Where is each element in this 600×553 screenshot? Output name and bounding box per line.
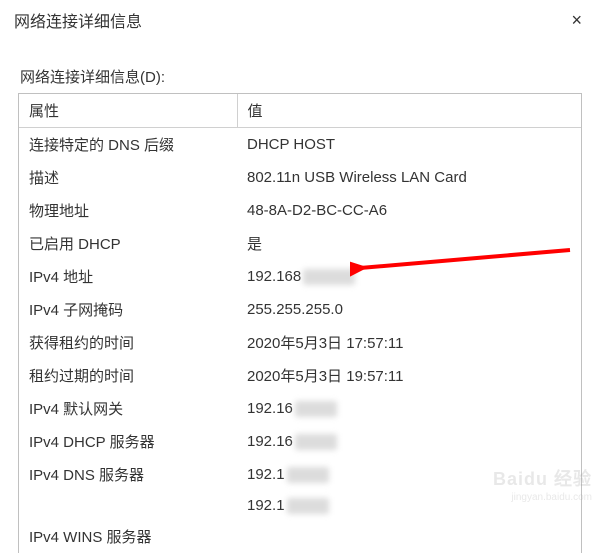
table-row[interactable]: 描述802.11n USB Wireless LAN Card xyxy=(19,161,581,194)
table-row[interactable]: 物理地址48-8A-D2-BC-CC-A6 xyxy=(19,194,581,227)
table-row[interactable]: IPv4 地址192.168 xyxy=(19,260,581,293)
table-row[interactable]: IPv4 子网掩码255.255.255.0 xyxy=(19,293,581,326)
value-cell: 2020年5月3日 17:57:11 xyxy=(237,326,581,359)
table-row[interactable]: IPv4 DNS 服务器192.1 xyxy=(19,458,581,491)
value-cell: 192.168 xyxy=(237,260,581,293)
value-cell: 是 xyxy=(237,227,581,260)
redacted-blur xyxy=(295,434,337,450)
value-cell: 48-8A-D2-BC-CC-A6 xyxy=(237,194,581,227)
details-table: 属性 值 连接特定的 DNS 后缀DHCP HOST描述802.11n USB … xyxy=(19,94,581,553)
dialog-content: 网络连接详细信息(D): 属性 值 连接特定的 DNS 后缀DHCP HOST描… xyxy=(0,38,600,553)
details-table-wrapper: 属性 值 连接特定的 DNS 后缀DHCP HOST描述802.11n USB … xyxy=(18,93,582,553)
titlebar: 网络连接详细信息 × xyxy=(0,0,600,38)
redacted-blur xyxy=(295,401,337,417)
value-cell: 192.1 xyxy=(237,458,581,491)
value-cell: 192.1 xyxy=(237,491,581,520)
property-cell xyxy=(19,491,237,520)
close-icon[interactable]: × xyxy=(567,11,586,29)
property-cell: 物理地址 xyxy=(19,194,237,227)
table-row[interactable]: 已启用 DHCP是 xyxy=(19,227,581,260)
property-cell: 已启用 DHCP xyxy=(19,227,237,260)
property-cell: 连接特定的 DNS 后缀 xyxy=(19,128,237,162)
property-cell: IPv4 DHCP 服务器 xyxy=(19,425,237,458)
value-cell: DHCP HOST xyxy=(237,128,581,162)
value-cell: 255.255.255.0 xyxy=(237,293,581,326)
table-row[interactable]: 192.1 xyxy=(19,491,581,520)
table-row[interactable]: 租约过期的时间2020年5月3日 19:57:11 xyxy=(19,359,581,392)
property-cell: IPv4 默认网关 xyxy=(19,392,237,425)
property-cell: 获得租约的时间 xyxy=(19,326,237,359)
property-cell: 租约过期的时间 xyxy=(19,359,237,392)
table-row[interactable]: 获得租约的时间2020年5月3日 17:57:11 xyxy=(19,326,581,359)
property-cell: IPv4 地址 xyxy=(19,260,237,293)
table-row[interactable]: IPv4 默认网关192.16 xyxy=(19,392,581,425)
property-cell: IPv4 子网掩码 xyxy=(19,293,237,326)
table-row[interactable]: IPv4 DHCP 服务器192.16 xyxy=(19,425,581,458)
header-property[interactable]: 属性 xyxy=(19,94,237,128)
property-cell: IPv4 DNS 服务器 xyxy=(19,458,237,491)
value-cell: 192.16 xyxy=(237,425,581,458)
property-cell: IPv4 WINS 服务器 xyxy=(19,520,237,553)
value-cell: 2020年5月3日 19:57:11 xyxy=(237,359,581,392)
redacted-blur xyxy=(303,269,355,285)
table-row[interactable]: 连接特定的 DNS 后缀DHCP HOST xyxy=(19,128,581,162)
redacted-blur xyxy=(287,467,329,483)
property-cell: 描述 xyxy=(19,161,237,194)
value-cell: 802.11n USB Wireless LAN Card xyxy=(237,161,581,194)
table-row[interactable]: IPv4 WINS 服务器 xyxy=(19,520,581,553)
window-title: 网络连接详细信息 xyxy=(14,8,142,32)
header-value[interactable]: 值 xyxy=(237,94,581,128)
details-label: 网络连接详细信息(D): xyxy=(20,66,582,87)
value-cell xyxy=(237,520,581,553)
value-cell: 192.16 xyxy=(237,392,581,425)
